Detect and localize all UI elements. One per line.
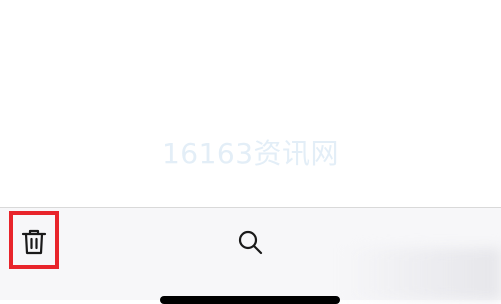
toolbar-fade [341,248,501,300]
watermark-text: 16163资讯网 [161,137,340,170]
highlight-box [9,211,59,269]
search-icon [238,230,263,255]
search-button[interactable] [232,224,268,260]
home-indicator [160,296,340,304]
content-area: 16163资讯网 [0,0,501,207]
